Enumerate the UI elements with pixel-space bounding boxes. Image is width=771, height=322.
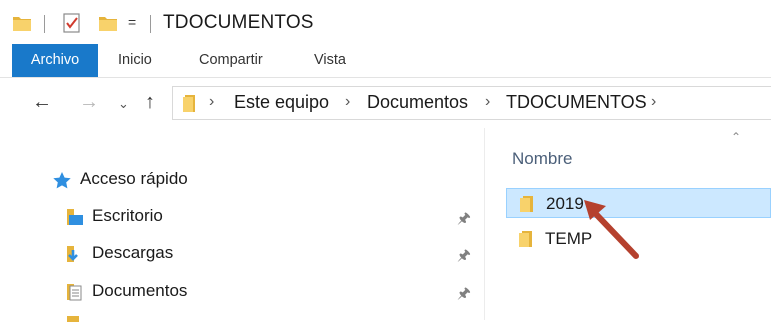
folder-icon <box>519 231 532 247</box>
back-arrow-icon[interactable]: ← <box>32 91 52 113</box>
separator <box>44 15 45 33</box>
tab-archivo[interactable]: Archivo <box>12 44 98 77</box>
breadcrumb-chevron-icon[interactable]: › <box>209 93 214 111</box>
folder-icon <box>67 316 79 322</box>
sidebar-item-label: Escritorio <box>92 206 163 225</box>
title-bar: = TDOCUMENTOS <box>0 0 771 44</box>
sort-ascending-chevron-icon: ⌃ <box>731 130 742 144</box>
separator <box>150 15 151 33</box>
breadcrumb-tdocumentos[interactable]: TDOCUMENTOS <box>506 92 647 113</box>
properties-icon[interactable] <box>62 12 82 34</box>
sidebar-item-label: Acceso rápido <box>80 169 188 188</box>
tab-vista[interactable]: Vista <box>314 44 346 77</box>
tab-compartir[interactable]: Compartir <box>199 44 263 77</box>
breadcrumb-este-equipo[interactable]: Este equipo <box>234 92 329 113</box>
navigation-bar: ← → ⌄ ↑ › Este equipo › Documentos › TDO… <box>0 78 771 128</box>
new-folder-icon[interactable] <box>98 14 118 32</box>
column-header-nombre[interactable]: Nombre <box>512 149 572 169</box>
up-arrow-icon[interactable]: ↑ <box>145 91 155 113</box>
annotation-arrow-icon <box>584 200 639 259</box>
sidebar-item-label: Descargas <box>92 243 174 262</box>
breadcrumb-chevron-icon[interactable]: › <box>345 93 350 111</box>
breadcrumb-chevron-icon[interactable]: › <box>485 93 490 111</box>
pin-icon[interactable]: 🖈 <box>457 208 471 233</box>
pin-icon[interactable]: 🖈 <box>457 245 471 270</box>
navigation-pane: Acceso rápido Escritorio 🖈 Descargas 🖈 D… <box>0 128 484 322</box>
folder-icon <box>520 196 533 212</box>
tab-inicio[interactable]: Inicio <box>118 44 152 77</box>
documents-folder-icon <box>67 284 82 301</box>
sidebar-item-label: Documentos <box>92 281 188 300</box>
star-icon <box>53 172 71 189</box>
folder-icon <box>183 95 195 112</box>
pin-icon[interactable]: 🖈 <box>457 283 471 308</box>
forward-arrow-icon[interactable]: → <box>79 91 99 113</box>
address-bar[interactable]: › Este equipo › Documentos › TDOCUMENTOS… <box>172 86 771 120</box>
downloads-folder-icon <box>67 246 78 262</box>
desktop-folder-icon <box>67 209 83 225</box>
window-title: TDOCUMENTOS <box>163 12 314 33</box>
recent-locations-chevron-icon[interactable]: ⌄ <box>118 93 129 115</box>
breadcrumb-documentos[interactable]: Documentos <box>367 92 468 113</box>
ribbon-tabs: Archivo Inicio Compartir Vista <box>0 44 771 78</box>
customize-toolbar-dropdown[interactable]: = <box>128 14 136 30</box>
folder-icon <box>13 17 31 31</box>
breadcrumb-chevron-icon[interactable]: › <box>651 93 656 111</box>
